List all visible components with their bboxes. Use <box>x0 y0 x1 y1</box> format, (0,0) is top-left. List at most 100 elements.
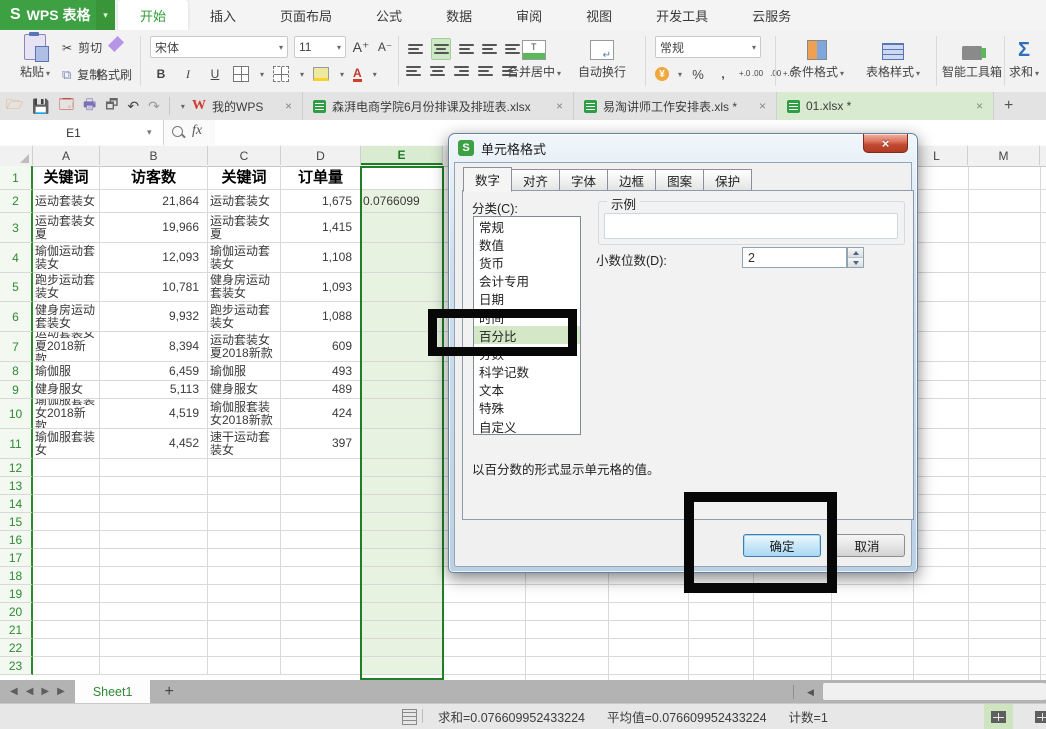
column-header-C[interactable]: C <box>208 146 281 165</box>
row-header-5[interactable]: 5 <box>0 273 33 302</box>
cell-B23[interactable] <box>100 657 208 675</box>
redo-icon[interactable]: ↷ <box>148 98 160 115</box>
cell-D20[interactable] <box>281 603 361 621</box>
cell-D9[interactable]: 489 <box>281 381 361 399</box>
cell-A21[interactable] <box>33 621 100 639</box>
category-item-文本[interactable]: 文本 <box>474 381 580 399</box>
new-doc-tab-button[interactable]: + <box>994 92 1023 120</box>
row-header-23[interactable]: 23 <box>0 657 33 675</box>
cell-B9[interactable]: 5,113 <box>100 381 208 399</box>
cell-D14[interactable] <box>281 495 361 513</box>
row-header-22[interactable]: 22 <box>0 639 33 657</box>
draw-border-icon[interactable] <box>273 66 289 82</box>
cell-E3[interactable] <box>361 213 443 243</box>
cell-E23[interactable] <box>361 657 443 675</box>
menu-tab-开始[interactable]: 开始 <box>118 0 188 30</box>
row-header-12[interactable]: 12 <box>0 459 33 477</box>
category-item-自定义[interactable]: 自定义 <box>474 417 580 435</box>
cell-C10[interactable]: 瑜伽服套装女2018新款 <box>208 399 281 429</box>
cell-A10[interactable]: 瑜伽服套装女2018新款 <box>33 399 100 429</box>
cell-C7[interactable]: 运动套装女夏2018新款 <box>208 332 281 362</box>
cell-E21[interactable] <box>361 621 443 639</box>
paste-button[interactable]: 粘贴▾ <box>6 34 64 80</box>
cell-E5[interactable] <box>361 273 443 302</box>
column-header-D[interactable]: D <box>281 146 361 165</box>
dialog-titlebar[interactable]: S 单元格格式 <box>449 134 917 162</box>
column-header-A[interactable]: A <box>33 146 100 165</box>
category-item-分数[interactable]: 分数 <box>474 344 580 362</box>
save-icon[interactable]: 💾 <box>32 98 49 115</box>
cell-E16[interactable] <box>361 531 443 549</box>
cut-button[interactable]: ✂ 剪切 <box>62 39 102 56</box>
row-header-4[interactable]: 4 <box>0 243 33 273</box>
row-header-18[interactable]: 18 <box>0 567 33 585</box>
cell-B12[interactable] <box>100 459 208 477</box>
cell-C9[interactable]: 健身服女 <box>208 381 281 399</box>
cell-E11[interactable] <box>361 429 443 459</box>
cell-B11[interactable]: 4,452 <box>100 429 208 459</box>
currency-icon[interactable]: ¥ <box>655 67 669 81</box>
cell-C17[interactable] <box>208 549 281 567</box>
font-color-icon[interactable]: A <box>353 67 362 82</box>
decrease-font-button[interactable]: A⁻ <box>376 37 394 57</box>
cell-A1[interactable]: 关键词 <box>33 166 100 190</box>
cell-D3[interactable]: 1,415 <box>281 213 361 243</box>
row-header-21[interactable]: 21 <box>0 621 33 639</box>
category-item-时间[interactable]: 时间 <box>474 308 580 326</box>
cell-D4[interactable]: 1,108 <box>281 243 361 273</box>
close-tab-icon[interactable]: × <box>976 99 983 113</box>
row-header-3[interactable]: 3 <box>0 213 33 243</box>
cell-C20[interactable] <box>208 603 281 621</box>
dialog-tab-图案[interactable]: 图案 <box>656 169 704 192</box>
cell-C5[interactable]: 健身房运动套装女 <box>208 273 281 302</box>
number-format-select[interactable]: 常规▾ <box>655 36 761 58</box>
open-file-icon[interactable]: 🗁 <box>6 94 23 118</box>
cell-D6[interactable]: 1,088 <box>281 302 361 332</box>
logo-dropdown-arrow-icon[interactable]: ▾ <box>96 0 115 30</box>
align-center-icon[interactable] <box>430 66 445 76</box>
export-pdf-icon[interactable]: 🗔 <box>59 94 74 118</box>
cell-B7[interactable]: 8,394 <box>100 332 208 362</box>
prev-sheet-icon[interactable]: ◀ <box>26 686 34 697</box>
format-painter-icon[interactable] <box>108 36 124 52</box>
cell-E22[interactable] <box>361 639 443 657</box>
cell-B15[interactable] <box>100 513 208 531</box>
merge-center-button[interactable]: T 合并居中▾ <box>502 34 566 80</box>
horizontal-scrollbar[interactable]: ◀ <box>823 683 1046 700</box>
row-header-16[interactable]: 16 <box>0 531 33 549</box>
cell-E1[interactable] <box>361 166 443 190</box>
cell-D13[interactable] <box>281 477 361 495</box>
spinner-down-button[interactable] <box>848 258 863 267</box>
cell-B21[interactable] <box>100 621 208 639</box>
cell-E13[interactable] <box>361 477 443 495</box>
increase-decimal-icon[interactable]: +.0 .00 <box>739 70 763 78</box>
category-item-货币[interactable]: 货币 <box>474 253 580 271</box>
doc-tab-3[interactable]: 易淘讲师工作安排表.xls *× <box>574 92 777 120</box>
underline-button[interactable]: U <box>206 64 224 84</box>
menu-tab-页面布局[interactable]: 页面布局 <box>258 0 354 30</box>
cell-B19[interactable] <box>100 585 208 603</box>
doc-tab-4[interactable]: 01.xlsx *× <box>777 92 994 120</box>
cell-E8[interactable] <box>361 362 443 381</box>
wrap-text-button[interactable]: 自动换行 <box>572 34 632 80</box>
cell-C6[interactable]: 跑步运动套装女 <box>208 302 281 332</box>
cell-A6[interactable]: 健身房运动套装女 <box>33 302 100 332</box>
cell-E6[interactable] <box>361 302 443 332</box>
cell-D1[interactable]: 订单量 <box>281 166 361 190</box>
cell-E19[interactable] <box>361 585 443 603</box>
row-header-14[interactable]: 14 <box>0 495 33 513</box>
cell-B6[interactable]: 9,932 <box>100 302 208 332</box>
cell-A9[interactable]: 健身服女 <box>33 381 100 399</box>
cell-C11[interactable]: 速干运动套装女 <box>208 429 281 459</box>
next-sheet-icon[interactable]: ▶ <box>41 686 49 697</box>
select-all-corner[interactable] <box>0 146 33 165</box>
borders-icon[interactable] <box>233 66 249 82</box>
row-header-20[interactable]: 20 <box>0 603 33 621</box>
cell-D23[interactable] <box>281 657 361 675</box>
increase-font-button[interactable]: A⁺ <box>352 37 370 57</box>
cell-C14[interactable] <box>208 495 281 513</box>
cell-D16[interactable] <box>281 531 361 549</box>
cell-B18[interactable] <box>100 567 208 585</box>
row-header-10[interactable]: 10 <box>0 399 33 429</box>
cell-E18[interactable] <box>361 567 443 585</box>
